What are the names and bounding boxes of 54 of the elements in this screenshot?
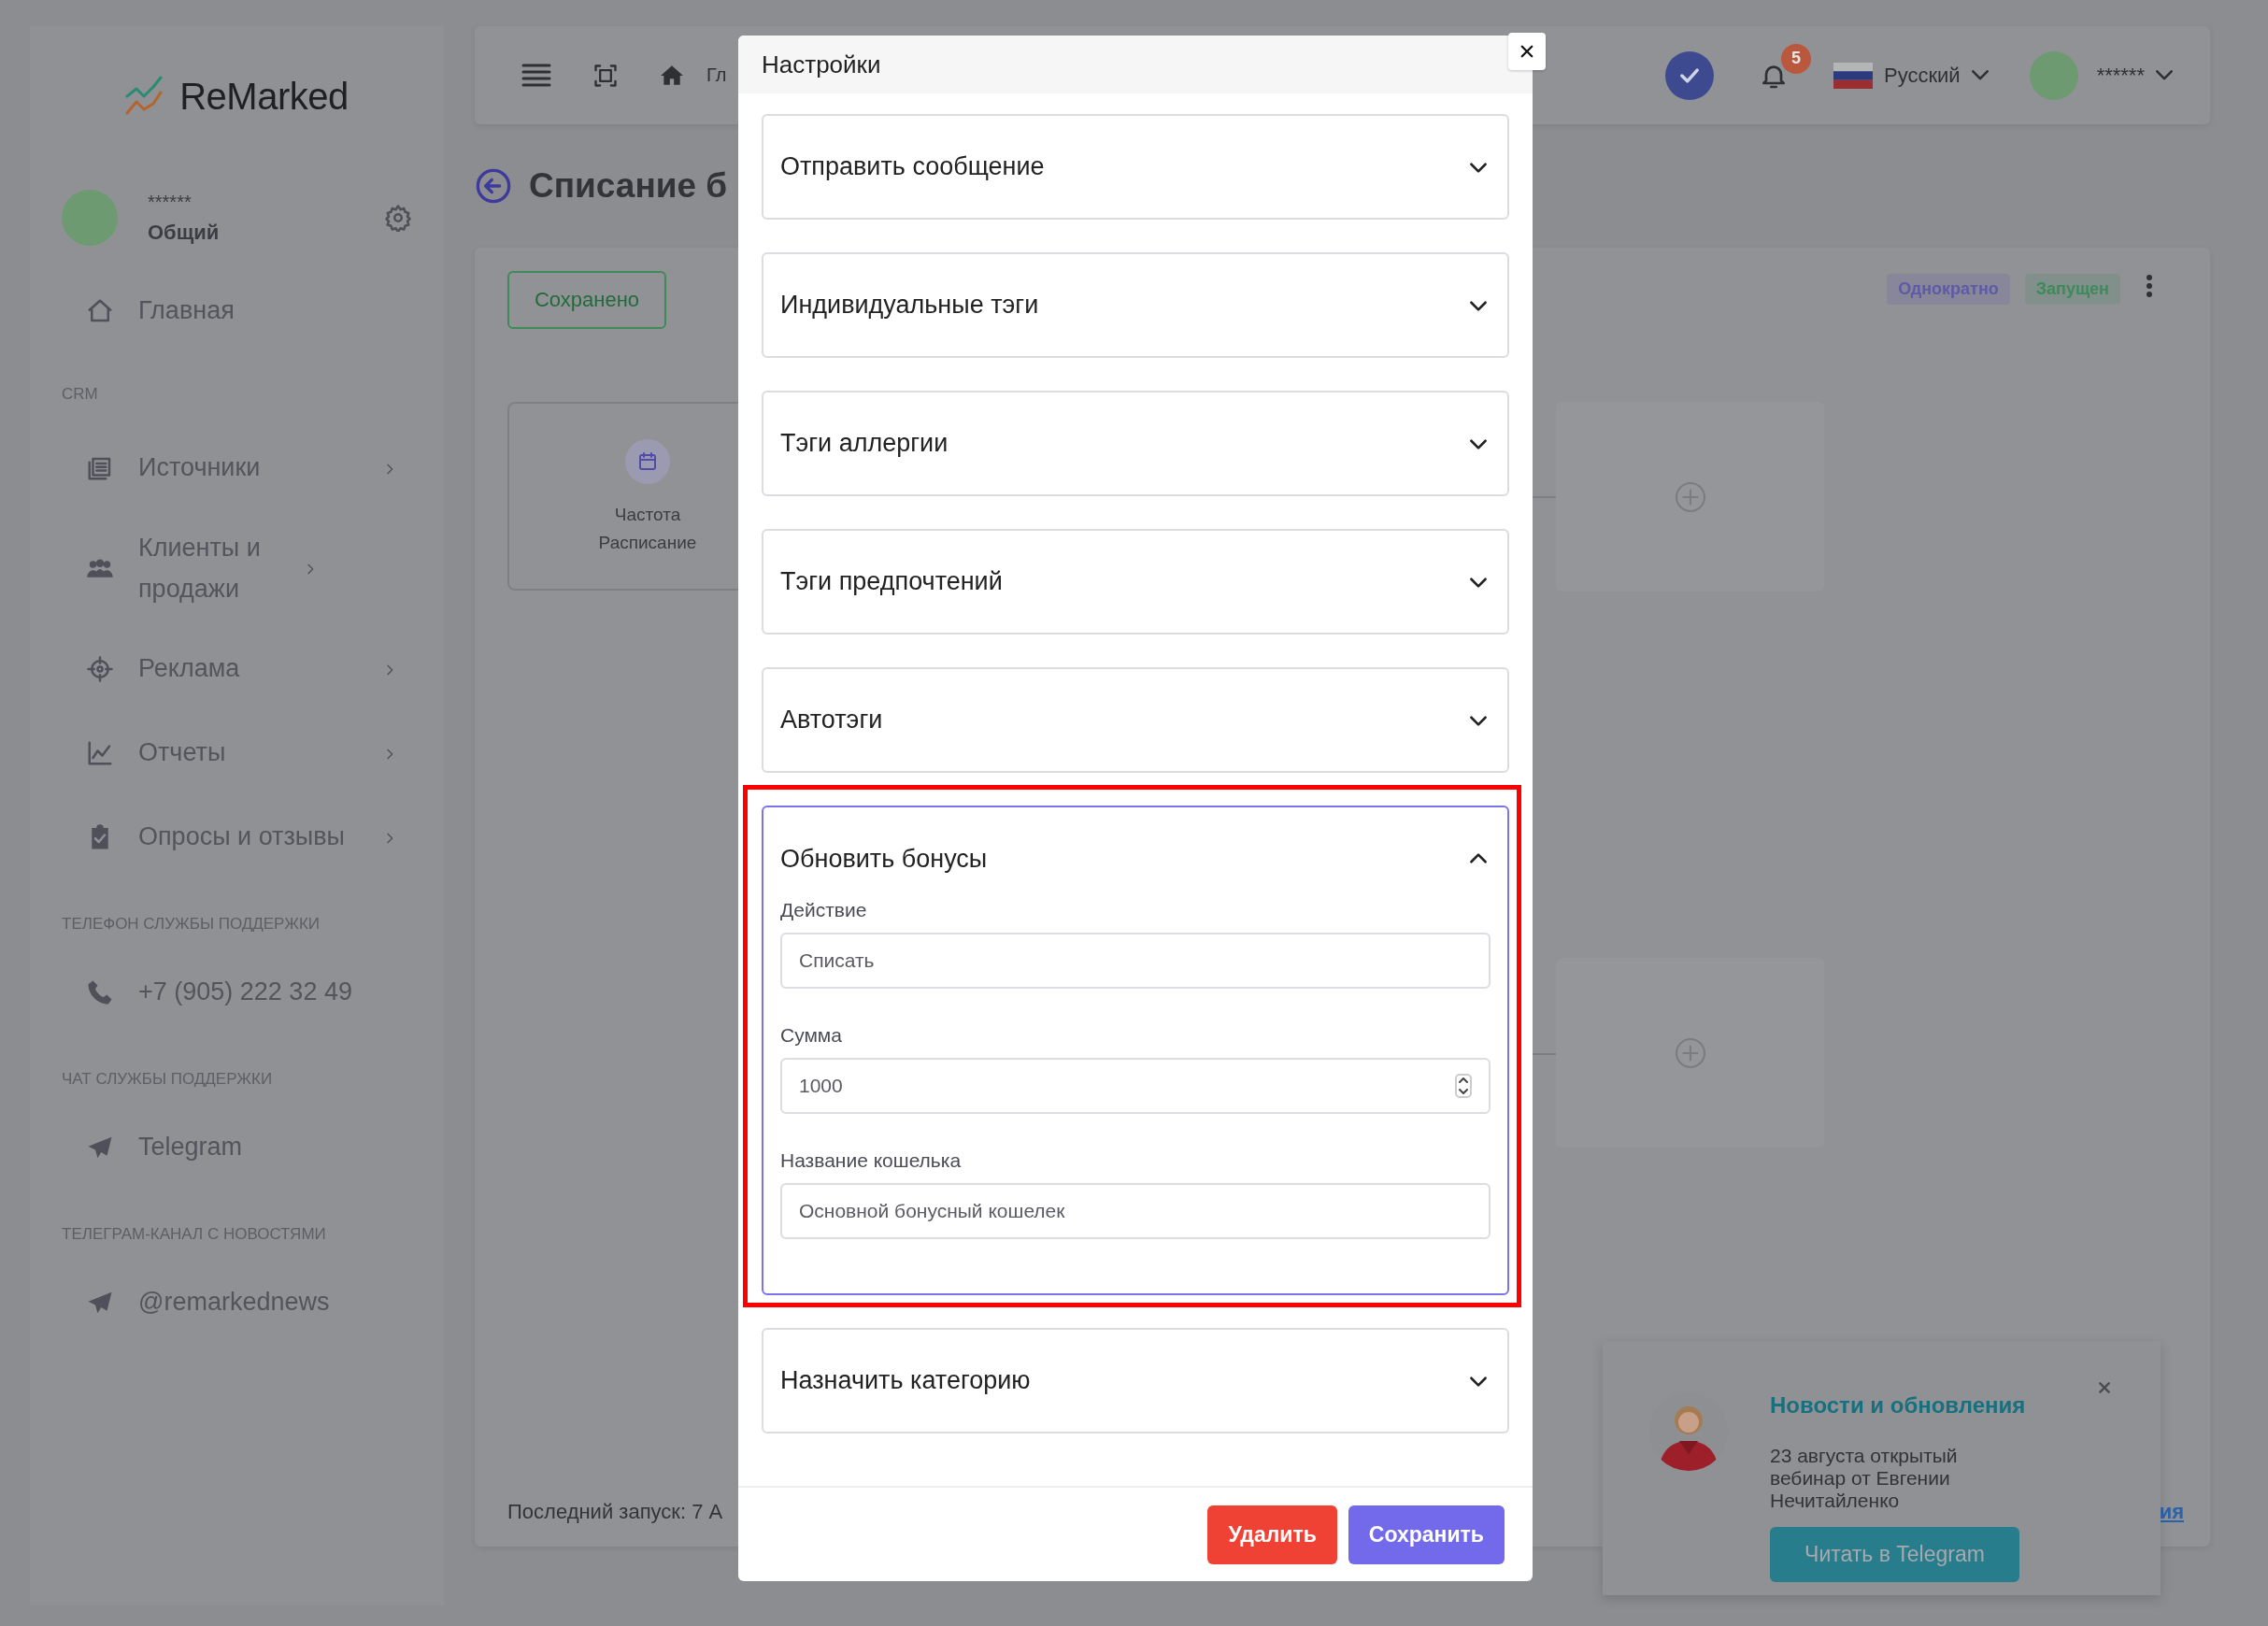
user-role: Общий <box>148 220 221 245</box>
user-dropdown[interactable]: ****** <box>2029 50 2173 100</box>
nav-item[interactable]: Telegram <box>62 1105 444 1190</box>
accordion-header[interactable]: Автотэги <box>780 669 1491 771</box>
accordion-header[interactable]: Индивидуальные тэги <box>780 254 1491 356</box>
input-field[interactable]: Основной бонусный кошелек <box>780 1183 1491 1239</box>
close-icon <box>1519 43 1535 60</box>
caret-icon <box>2156 70 2173 80</box>
check-button[interactable] <box>1665 50 1714 100</box>
avatar <box>62 190 118 246</box>
flag-icon <box>1833 62 1873 89</box>
notification-count: 5 <box>1781 43 1811 74</box>
popup-text: 23 августа открытый вебинар от Евгении Нечитайленко <box>1770 1445 1959 1513</box>
node-label: Расписание <box>598 533 697 553</box>
close-icon <box>2097 1380 2112 1395</box>
close-button[interactable] <box>1508 33 1546 70</box>
number-field[interactable]: 1000 <box>780 1058 1491 1114</box>
user-name: ****** <box>148 191 193 213</box>
nav-item[interactable]: Отчеты <box>62 711 444 795</box>
nav-item[interactable]: Клиенты и продажи <box>62 510 444 627</box>
language-dropdown[interactable]: Русский <box>1833 62 1989 89</box>
phone-icon <box>86 978 114 1006</box>
nav-item[interactable]: Реклама <box>62 627 444 711</box>
nav-item[interactable]: +7 (905) 222 32 49 <box>62 950 444 1034</box>
status-badge: Запущен <box>2024 274 2120 305</box>
last-run-text: Последний запуск: 7 А <box>507 1500 723 1524</box>
settings-icon <box>384 204 412 232</box>
chart-icon <box>86 739 114 767</box>
page-title: Списание б <box>529 166 728 206</box>
node-label: Частота <box>614 505 681 525</box>
target-icon <box>86 655 114 683</box>
logo-text: ReMarked <box>179 75 349 118</box>
nav-item[interactable]: Источники <box>62 426 444 510</box>
delete-button[interactable]: Удалить <box>1207 1505 1337 1564</box>
field-label: Сумма <box>780 1024 843 1047</box>
nav-item[interactable]: @remarkednews <box>62 1261 444 1345</box>
more-icon <box>2145 274 2154 298</box>
accordion-header[interactable]: Отправить сообщение <box>780 116 1491 218</box>
spinner-icon <box>1455 1074 1472 1098</box>
calendar-icon <box>625 439 670 484</box>
nav-item[interactable]: Главная <box>62 269 444 353</box>
field-label: Название кошелька <box>780 1149 963 1172</box>
save-button[interactable]: Сохранить <box>1348 1505 1505 1564</box>
accordion-header[interactable]: Назначить категорию <box>780 1330 1491 1432</box>
fullscreen-icon <box>592 62 619 89</box>
popup-title: Новости и обновления <box>1770 1392 2027 1419</box>
nav-item[interactable]: Опросы и отзывы <box>62 795 444 879</box>
input-field[interactable]: Списать <box>780 933 1491 989</box>
caret-icon <box>1971 70 1989 80</box>
breadcrumb[interactable]: Гл <box>706 64 727 86</box>
menu-icon <box>521 62 551 89</box>
back-icon <box>475 167 512 205</box>
field-label: Действие <box>780 899 868 921</box>
dialog-title: Настройки <box>762 50 881 79</box>
